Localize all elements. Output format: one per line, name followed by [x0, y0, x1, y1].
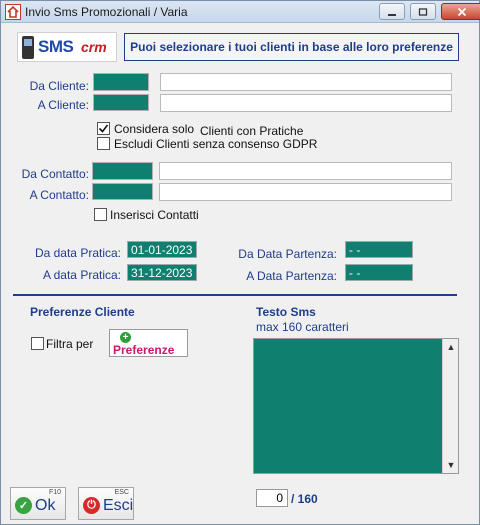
da-cliente-label: Da Cliente: [29, 79, 89, 93]
escludi-gdpr-checkbox[interactable] [97, 137, 110, 150]
close-button[interactable] [441, 3, 480, 20]
minimize-button[interactable] [379, 3, 405, 20]
scroll-down-icon[interactable]: ▼ [443, 457, 459, 473]
a-data-pratica-field[interactable]: 31-12-2023 [127, 264, 197, 281]
title-bar[interactable]: Invio Sms Promozionali / Varia [1, 1, 480, 23]
check-icon [98, 124, 109, 133]
app-house-icon [5, 4, 21, 20]
a-contatto-code-field[interactable] [92, 183, 153, 200]
testo-sms-subtitle: max 160 caratteri [256, 320, 349, 334]
preferenze-cliente-title: Preferenze Cliente [30, 305, 135, 319]
da-data-partenza-field[interactable]: - - [345, 241, 413, 258]
sms-scrollbar[interactable]: ▲ ▼ [442, 339, 458, 473]
preferenze-button-label: Preferenze [113, 343, 175, 357]
da-contatto-label: Da Contatto: [21, 167, 89, 181]
info-banner: Puoi selezionare i tuoi clienti in base … [124, 33, 459, 61]
phone-icon [22, 36, 34, 59]
minimize-icon [388, 13, 396, 16]
da-data-partenza-label: Da Data Partenza: [238, 247, 337, 261]
testo-sms-title: Testo Sms [256, 305, 316, 319]
inserisci-contatti-checkbox[interactable] [94, 208, 107, 221]
da-data-pratica-field[interactable]: 01-01-2023 [127, 241, 197, 258]
a-contatto-name-field[interactable] [159, 183, 452, 201]
plus-icon: + [120, 332, 131, 343]
a-data-partenza-label: A Data Partenza: [246, 269, 337, 283]
preferenze-button[interactable]: + Preferenze [109, 329, 188, 357]
a-contatto-label: A Contatto: [29, 188, 89, 202]
considera-solo-label-suffix: Clienti con Pratiche [200, 124, 304, 138]
da-cliente-code-field[interactable] [93, 73, 149, 91]
a-data-pratica-label: A data Pratica: [42, 268, 121, 282]
window: Invio Sms Promozionali / Varia SMS crm P… [0, 0, 480, 525]
da-data-pratica-label: Da data Pratica: [34, 246, 121, 260]
a-data-partenza-field[interactable]: - - [345, 264, 413, 281]
considera-solo-checkbox[interactable] [97, 122, 110, 135]
power-icon: ⏻ [83, 497, 100, 514]
a-cliente-name-field[interactable] [160, 94, 452, 112]
restore-button[interactable] [410, 3, 436, 20]
sms-crm-logo: SMS crm [17, 32, 117, 62]
da-contatto-name-field[interactable] [159, 162, 452, 180]
sms-text-area[interactable]: ▲ ▼ [253, 338, 459, 474]
esci-button[interactable]: ESC ⏻ Esci [78, 487, 134, 520]
a-cliente-label: A Cliente: [37, 98, 89, 112]
escludi-gdpr-label: Escludi Clienti senza consenso GDPR [114, 137, 318, 151]
sms-max-count: / 160 [291, 492, 318, 506]
ok-button[interactable]: F10 ✓ Ok [10, 487, 66, 520]
scroll-up-icon[interactable]: ▲ [443, 339, 459, 355]
da-contatto-code-field[interactable] [92, 162, 153, 180]
logo-sms-text: SMS [38, 37, 74, 56]
da-cliente-name-field[interactable] [160, 73, 452, 91]
section-divider [13, 294, 457, 296]
restore-icon [418, 7, 428, 16]
window-title: Invio Sms Promozionali / Varia [25, 5, 188, 19]
ok-button-label: Ok [35, 497, 56, 514]
close-icon [457, 7, 467, 16]
filtra-per-checkbox[interactable] [31, 337, 44, 350]
considera-solo-label: Considera solo [114, 122, 195, 136]
sms-char-counter: 0 [256, 489, 288, 507]
check-circle-icon: ✓ [15, 497, 32, 514]
logo-crm-text: crm [81, 39, 107, 55]
inserisci-contatti-label: Inserisci Contatti [110, 208, 199, 222]
ok-shortcut: F10 [48, 489, 61, 496]
filtra-per-label: Filtra per [46, 337, 94, 351]
esci-shortcut: ESC [114, 489, 129, 496]
esci-button-label: Esci [103, 497, 134, 514]
a-cliente-code-field[interactable] [93, 94, 149, 111]
